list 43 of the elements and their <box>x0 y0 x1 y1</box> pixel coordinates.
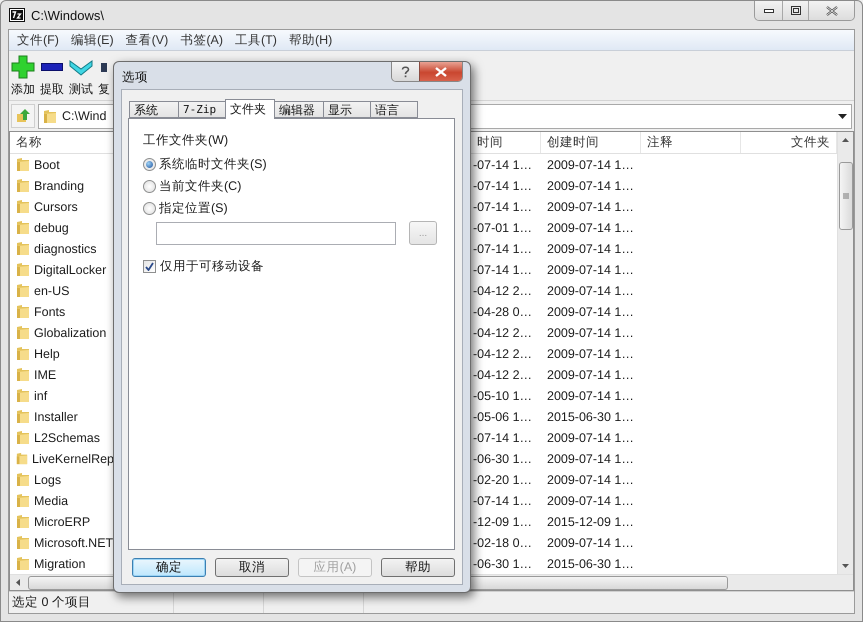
table-cell-text: -04-12 2… <box>472 284 534 298</box>
table-cell-text: 2009-07-14 1… <box>546 326 635 340</box>
table-cell-text: 2009-07-14 1… <box>546 494 635 508</box>
table-cell-text: -06-30 1… <box>472 452 534 466</box>
group-label: 工作文件夹(W) <box>143 132 230 149</box>
table-cell-text: 2009-07-14 1… <box>546 452 635 466</box>
table-cell-text: -06-30 1… <box>472 556 534 570</box>
table-cell-text: 2009-07-14 1… <box>546 200 635 214</box>
table-cell-text: 2015-06-30 1… <box>546 410 635 424</box>
table-cell-text: -07-14 1… <box>472 262 534 276</box>
table-cell-text: 2009-07-14 1… <box>546 242 635 256</box>
window-title: C:\Windows\ <box>31 8 105 22</box>
table-cell-text: 2009-07-14 1… <box>546 304 635 318</box>
table-cell-text: -07-14 1… <box>472 158 534 172</box>
table-cell-text: -04-12 2… <box>472 368 534 382</box>
table-cell-text: 2009-07-14 1… <box>546 430 635 444</box>
table-cell-text: 2009-07-14 1… <box>546 158 635 172</box>
table-cell-text: -02-18 0… <box>472 536 534 550</box>
table-cell-text: -04-28 0… <box>472 304 534 318</box>
table-cell-text: -04-12 2… <box>472 346 534 360</box>
table-cell-text: 2009-07-14 1… <box>546 368 635 382</box>
table-cell-text: -07-14 1… <box>472 494 534 508</box>
table-cell-text: -02-20 1… <box>472 472 534 486</box>
table-cell-text: 2009-07-14 1… <box>546 472 635 486</box>
table-cell-text: -07-14 1… <box>472 430 534 444</box>
table-cell-text: -05-10 1… <box>472 388 534 402</box>
table-cell-text: -04-12 2… <box>472 326 534 340</box>
table-cell-text: 2015-06-30 1… <box>546 556 635 570</box>
table-cell-text: -12-09 1… <box>472 514 534 528</box>
table-cell-text: 2009-07-14 1… <box>546 178 635 192</box>
table-cell-text: -05-06 1… <box>472 410 534 424</box>
table-cell-text: 2009-07-14 1… <box>546 284 635 298</box>
table-cell-text: -07-14 1… <box>472 200 534 214</box>
dialog-title: 选项 <box>121 69 149 86</box>
table-cell-text: 2009-07-14 1… <box>546 388 635 402</box>
table-cell-text: 2009-07-14 1… <box>546 220 635 234</box>
table-cell-text: 2009-07-14 1… <box>546 536 635 550</box>
table-cell-text: 2015-12-09 1… <box>546 514 635 528</box>
table-cell-text: -07-14 1… <box>472 178 534 192</box>
table-cell-text: 2009-07-14 1… <box>546 346 635 360</box>
table-cell-text: -07-01 1… <box>472 220 534 234</box>
table-cell-text: 2009-07-14 1… <box>546 262 635 276</box>
table-cell-text: -07-14 1… <box>472 242 534 256</box>
